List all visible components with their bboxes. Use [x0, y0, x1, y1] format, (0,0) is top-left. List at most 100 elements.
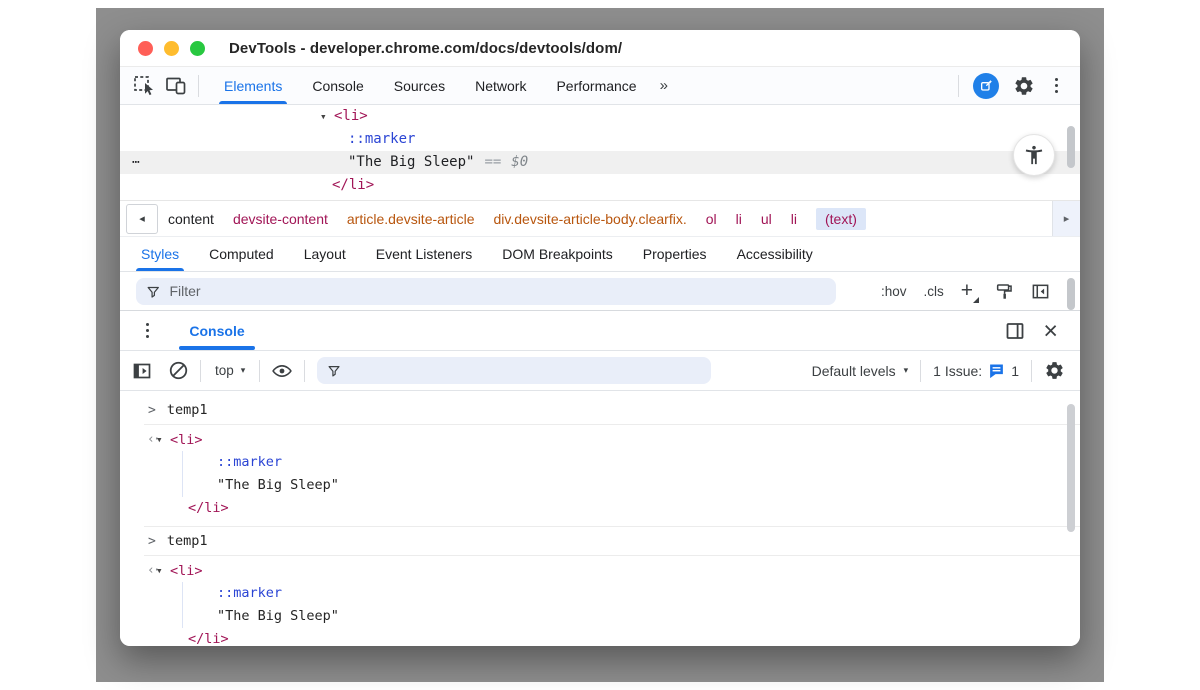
- console-sidebar-toggle-icon[interactable]: [130, 359, 154, 383]
- styles-filter-input[interactable]: [169, 283, 826, 299]
- dom-node-li-open[interactable]: ▾<li>: [120, 105, 1080, 128]
- dom-node-li-close[interactable]: </li>: [120, 174, 1080, 197]
- computed-styles-panel-icon[interactable]: [1031, 282, 1050, 301]
- more-options-icon[interactable]: [1049, 74, 1064, 97]
- close-tag-label: </li>: [188, 631, 229, 646]
- return-value-arrow-icon: ‹·: [120, 432, 154, 447]
- tab-sources[interactable]: Sources: [379, 67, 460, 104]
- console-filter-field[interactable]: [317, 357, 711, 384]
- prompt-chevron-icon: >: [148, 403, 156, 418]
- return-value-arrow-icon: ‹·: [120, 563, 154, 578]
- window-controls: [138, 41, 205, 56]
- toggle-class-button[interactable]: .cls: [923, 284, 943, 299]
- tab-computed[interactable]: Computed: [194, 237, 289, 271]
- toggle-device-toolbar-icon[interactable]: [164, 74, 188, 98]
- drawer-header-buttons: ×: [1005, 321, 1080, 341]
- new-style-rule-icon[interactable]: +: [961, 282, 978, 300]
- console-toolbar: top ▾ Default levels ▾: [120, 351, 1080, 391]
- minimize-window-button[interactable]: [164, 41, 179, 56]
- toolbar-right-icons: [958, 73, 1080, 99]
- inspect-element-icon[interactable]: [132, 74, 156, 98]
- breadcrumb-item-content[interactable]: content: [168, 211, 214, 227]
- breadcrumb-scroll-right-icon[interactable]: ▸: [1052, 201, 1080, 237]
- dom-node-marker[interactable]: ::marker: [120, 128, 1080, 151]
- styles-sidebar-tabs: Styles Computed Layout Event Listeners D…: [120, 236, 1080, 272]
- context-label: top: [215, 363, 234, 378]
- issues-label: 1 Issue:: [933, 363, 982, 379]
- drawer-tab-console[interactable]: Console: [177, 311, 256, 350]
- issue-message-icon: [988, 362, 1005, 379]
- styles-filter-field[interactable]: [136, 278, 836, 305]
- tab-dom-breakpoints[interactable]: DOM Breakpoints: [487, 237, 627, 271]
- console-filter-input[interactable]: [350, 363, 701, 379]
- levels-label: Default levels: [812, 363, 896, 379]
- tab-console[interactable]: Console: [297, 67, 378, 104]
- expand-arrow-icon[interactable]: ▾: [156, 564, 170, 577]
- new-feature-badge-icon[interactable]: [973, 73, 999, 99]
- breadcrumb-item-article[interactable]: article.devsite-article: [347, 211, 475, 227]
- tab-styles[interactable]: Styles: [126, 237, 194, 271]
- text-node-value: "The Big Sleep": [348, 154, 474, 170]
- settings-gear-icon[interactable]: [1013, 75, 1035, 97]
- filter-funnel-icon: [146, 284, 160, 299]
- styles-scrollbar-thumb[interactable]: [1067, 278, 1075, 310]
- breadcrumb-item-ul[interactable]: ul: [761, 211, 772, 227]
- open-tag-label: <li>: [170, 432, 203, 448]
- issues-counter[interactable]: 1 Issue: 1: [933, 362, 1019, 379]
- console-settings-gear-icon[interactable]: [1044, 360, 1066, 382]
- ellipsis-handle-icon[interactable]: ⋯: [132, 151, 141, 174]
- close-drawer-icon[interactable]: ×: [1043, 321, 1058, 341]
- console-messages: > temp1 ‹· ▾ <li> ::marker "The Big Slee…: [120, 391, 1080, 646]
- breadcrumb-item-div-body[interactable]: div.devsite-article-body.clearfix.: [494, 211, 687, 227]
- breadcrumb-item-li[interactable]: li: [736, 211, 742, 227]
- rendering-brush-icon[interactable]: [995, 282, 1014, 301]
- breadcrumb-item-devsite-content[interactable]: devsite-content: [233, 211, 328, 227]
- devtools-main-toolbar: Elements Console Sources Network Perform…: [120, 67, 1080, 105]
- close-window-button[interactable]: [138, 41, 153, 56]
- tab-network[interactable]: Network: [460, 67, 541, 104]
- dom-node-text-selected[interactable]: ⋯"The Big Sleep"==$0: [120, 151, 1080, 174]
- toolbar-divider: [198, 75, 199, 97]
- tab-accessibility[interactable]: Accessibility: [722, 237, 828, 271]
- console-scrollbar-thumb[interactable]: [1067, 404, 1075, 532]
- split-panel-icon[interactable]: [1005, 321, 1025, 341]
- live-expression-eye-icon[interactable]: [270, 359, 294, 383]
- styles-toolbar-buttons: :hov .cls +: [881, 282, 1080, 301]
- pseudo-element-label: ::marker: [348, 131, 415, 147]
- tab-layout[interactable]: Layout: [289, 237, 361, 271]
- breadcrumb-scroll-left-icon[interactable]: ◂: [126, 204, 158, 234]
- more-tabs-icon[interactable]: »: [652, 77, 675, 94]
- console-input-entry[interactable]: > temp1: [120, 396, 1080, 424]
- console-toolbar-right: Default levels ▾ 1 Issue: 1: [812, 360, 1080, 382]
- clear-console-icon[interactable]: [166, 359, 190, 383]
- open-tag-label: <li>: [334, 108, 368, 124]
- console-result-entry[interactable]: ‹· ▾ <li> ::marker "The Big Sleep" </li>: [120, 556, 1080, 646]
- breadcrumb-item-li2[interactable]: li: [791, 211, 797, 227]
- expand-arrow-icon[interactable]: ▾: [156, 433, 170, 446]
- console-input-text: temp1: [167, 533, 208, 549]
- toggle-hover-state-button[interactable]: :hov: [881, 284, 907, 299]
- window-title: DevTools - developer.chrome.com/docs/dev…: [229, 40, 622, 57]
- devtools-window: DevTools - developer.chrome.com/docs/dev…: [120, 30, 1080, 646]
- breadcrumb-item-ol[interactable]: ol: [706, 211, 717, 227]
- tab-performance[interactable]: Performance: [541, 67, 651, 104]
- expand-arrow-icon[interactable]: ▾: [320, 105, 334, 128]
- drawer-more-options-icon[interactable]: [140, 319, 155, 342]
- pseudo-element-label: ::marker: [183, 582, 1080, 605]
- execution-context-selector[interactable]: top ▾: [211, 363, 249, 378]
- tab-properties[interactable]: Properties: [628, 237, 722, 271]
- console-input-entry[interactable]: > temp1: [120, 527, 1080, 555]
- elements-tree-panel: ▾<li> ::marker ⋯"The Big Sleep"==$0 </li…: [120, 105, 1080, 200]
- tab-elements[interactable]: Elements: [209, 67, 297, 104]
- accessibility-person-icon[interactable]: [1013, 134, 1055, 176]
- zoom-window-button[interactable]: [190, 41, 205, 56]
- elements-scrollbar-thumb[interactable]: [1067, 126, 1075, 168]
- text-node-value: "The Big Sleep": [183, 605, 1080, 628]
- panel-tabs: Elements Console Sources Network Perform…: [209, 67, 675, 104]
- breadcrumb-item-text-selected[interactable]: (text): [816, 208, 866, 230]
- console-result-entry[interactable]: ‹· ▾ <li> ::marker "The Big Sleep" </li>: [120, 425, 1080, 526]
- log-levels-dropdown[interactable]: Default levels ▾: [812, 363, 909, 379]
- console-input-text: temp1: [167, 402, 208, 418]
- tab-event-listeners[interactable]: Event Listeners: [361, 237, 488, 271]
- breadcrumb-items: content devsite-content article.devsite-…: [168, 208, 1052, 230]
